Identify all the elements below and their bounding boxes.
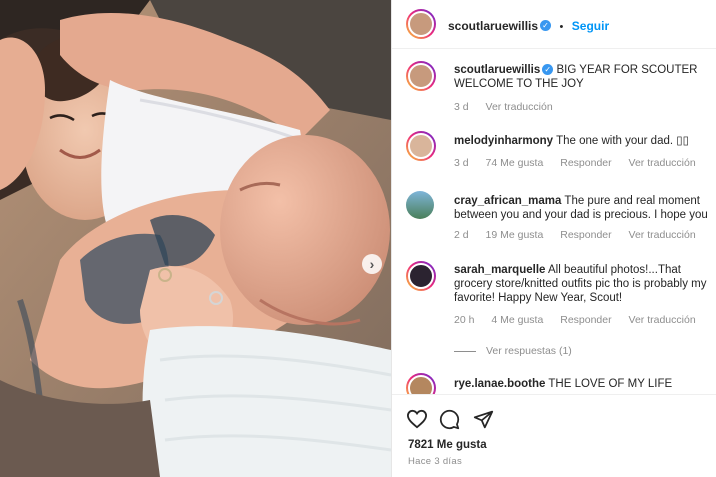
chevron-right-icon: › bbox=[369, 256, 375, 272]
comment-username[interactable]: cray_african_mama bbox=[454, 195, 561, 207]
post-header: scoutlaruewillis ✓ • Seguir bbox=[392, 0, 716, 49]
reply-button[interactable]: Responder bbox=[560, 229, 611, 241]
post-time: Hace 3 días bbox=[408, 456, 462, 467]
comment-time: 20 h bbox=[454, 314, 475, 326]
reply-button[interactable]: Responder bbox=[560, 157, 611, 169]
verified-badge-icon: ✓ bbox=[542, 64, 554, 76]
comment-bubble-icon[interactable] bbox=[439, 409, 460, 430]
photo-illustration bbox=[0, 0, 391, 477]
translate-link[interactable]: Ver traducción bbox=[629, 157, 696, 169]
view-replies-label: Ver respuestas (1) bbox=[486, 345, 572, 357]
replies-divider bbox=[454, 350, 476, 352]
author-avatar[interactable] bbox=[406, 9, 436, 39]
comments-list: scoutlaruewillis ✓ BIG YEAR FOR SCOUTER W… bbox=[392, 49, 716, 394]
caption-translate-link[interactable]: Ver traducción bbox=[486, 101, 553, 113]
post-actions: 7821 Me gusta Hace 3 días bbox=[392, 394, 716, 477]
translate-link[interactable]: Ver traducción bbox=[629, 314, 696, 326]
comment-text: The one with your dad. ▯▯ bbox=[556, 135, 689, 147]
post-detail-panel: scoutlaruewillis ✓ • Seguir scoutlaruewil… bbox=[391, 0, 716, 477]
reply-button[interactable]: Responder bbox=[560, 314, 611, 326]
comment-username[interactable]: melodyinharmony bbox=[454, 135, 553, 147]
follow-button[interactable]: Seguir bbox=[572, 19, 609, 33]
post-photo: › bbox=[0, 0, 391, 477]
comment-text: THE LOVE OF MY LIFE bbox=[548, 378, 673, 390]
comment-likes[interactable]: 74 Me gusta bbox=[486, 157, 544, 169]
next-photo-button[interactable]: › bbox=[362, 254, 382, 274]
comment-time: 2 d bbox=[454, 229, 469, 241]
translate-link[interactable]: Ver traducción bbox=[629, 229, 696, 241]
caption-avatar[interactable] bbox=[406, 61, 436, 91]
comment-avatar[interactable] bbox=[406, 131, 436, 161]
author-username[interactable]: scoutlaruewillis bbox=[448, 19, 538, 33]
comment-avatar[interactable] bbox=[406, 261, 436, 291]
view-replies-button[interactable]: Ver respuestas (1) bbox=[454, 345, 572, 357]
separator-dot: • bbox=[559, 21, 564, 33]
comment-time: 3 d bbox=[454, 157, 469, 169]
comment-avatar[interactable] bbox=[406, 373, 436, 394]
comment-username[interactable]: sarah_marquelle bbox=[454, 264, 545, 276]
verified-badge-icon: ✓ bbox=[540, 20, 552, 32]
likes-count[interactable]: 7821 Me gusta bbox=[408, 439, 487, 451]
comment-avatar[interactable] bbox=[406, 191, 434, 219]
share-send-icon[interactable] bbox=[473, 409, 494, 430]
comment-likes[interactable]: 19 Me gusta bbox=[486, 229, 544, 241]
comment-username[interactable]: rye.lanae.boothe bbox=[454, 378, 545, 390]
comment-likes[interactable]: 4 Me gusta bbox=[491, 314, 543, 326]
caption-username[interactable]: scoutlaruewillis bbox=[454, 64, 540, 76]
like-heart-icon[interactable] bbox=[406, 409, 428, 429]
caption-time: 3 d bbox=[454, 101, 469, 113]
